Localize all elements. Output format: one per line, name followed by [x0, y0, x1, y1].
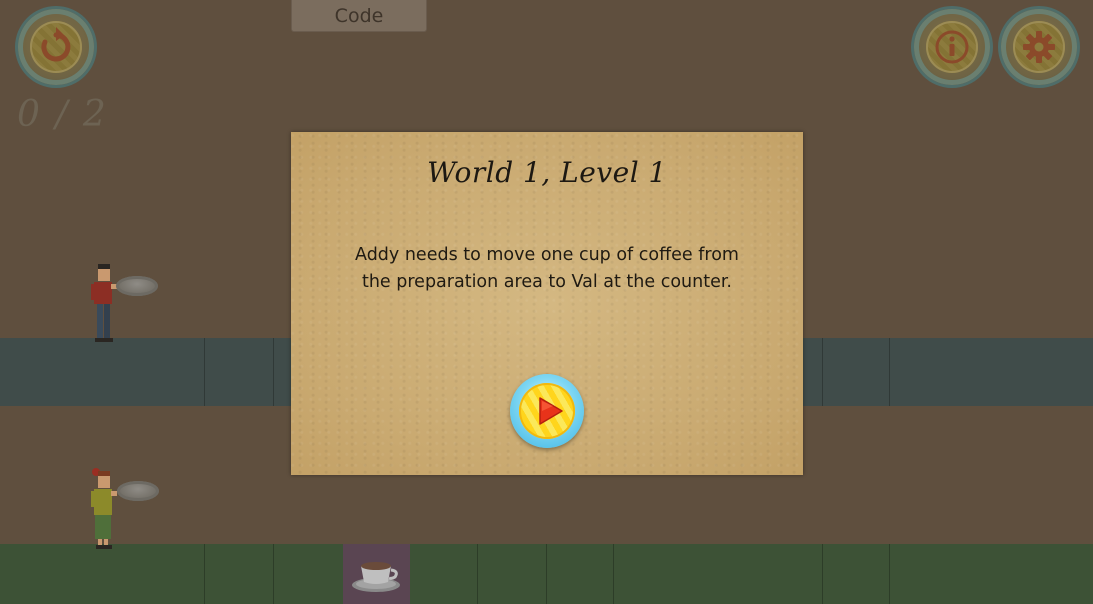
dialog-description: Addy needs to move one cup of coffee fro…	[355, 245, 739, 292]
info-icon	[935, 30, 969, 64]
tile-divider	[613, 544, 614, 604]
game-scene: Code 0 / 2 World 1, Level 1 Addy needs t…	[0, 0, 1093, 604]
character-val-sprite	[91, 468, 117, 549]
dialog-title: World 1, Level 1	[427, 156, 667, 189]
info-button[interactable]	[914, 9, 990, 85]
settings-button[interactable]	[1001, 9, 1077, 85]
plate-counter	[116, 276, 158, 296]
score-counter: 0 / 2	[17, 94, 108, 135]
prep-lane	[0, 544, 1093, 604]
plate-prep	[117, 481, 159, 501]
tile-divider	[204, 544, 205, 604]
play-button[interactable]	[510, 374, 584, 448]
coffee-tile	[343, 544, 410, 604]
tile-divider	[889, 544, 890, 604]
tile-divider	[477, 544, 478, 604]
tile-divider	[546, 544, 547, 604]
coffee-cup-icon	[352, 562, 400, 592]
restart-button[interactable]	[18, 9, 94, 85]
character-val	[88, 467, 118, 555]
character-addy-sprite	[91, 264, 117, 342]
character-addy	[88, 264, 118, 348]
tile-divider	[822, 544, 823, 604]
code-tab[interactable]: Code	[291, 0, 427, 32]
tile-divider	[822, 338, 823, 406]
tile-divider	[273, 338, 274, 406]
tile-divider	[889, 338, 890, 406]
restart-icon	[41, 27, 71, 62]
tile-divider	[204, 338, 205, 406]
level-intro-dialog: World 1, Level 1 Addy needs to move one …	[291, 132, 803, 475]
tile-divider	[273, 544, 274, 604]
play-icon	[539, 397, 563, 425]
gear-icon	[1023, 31, 1055, 63]
